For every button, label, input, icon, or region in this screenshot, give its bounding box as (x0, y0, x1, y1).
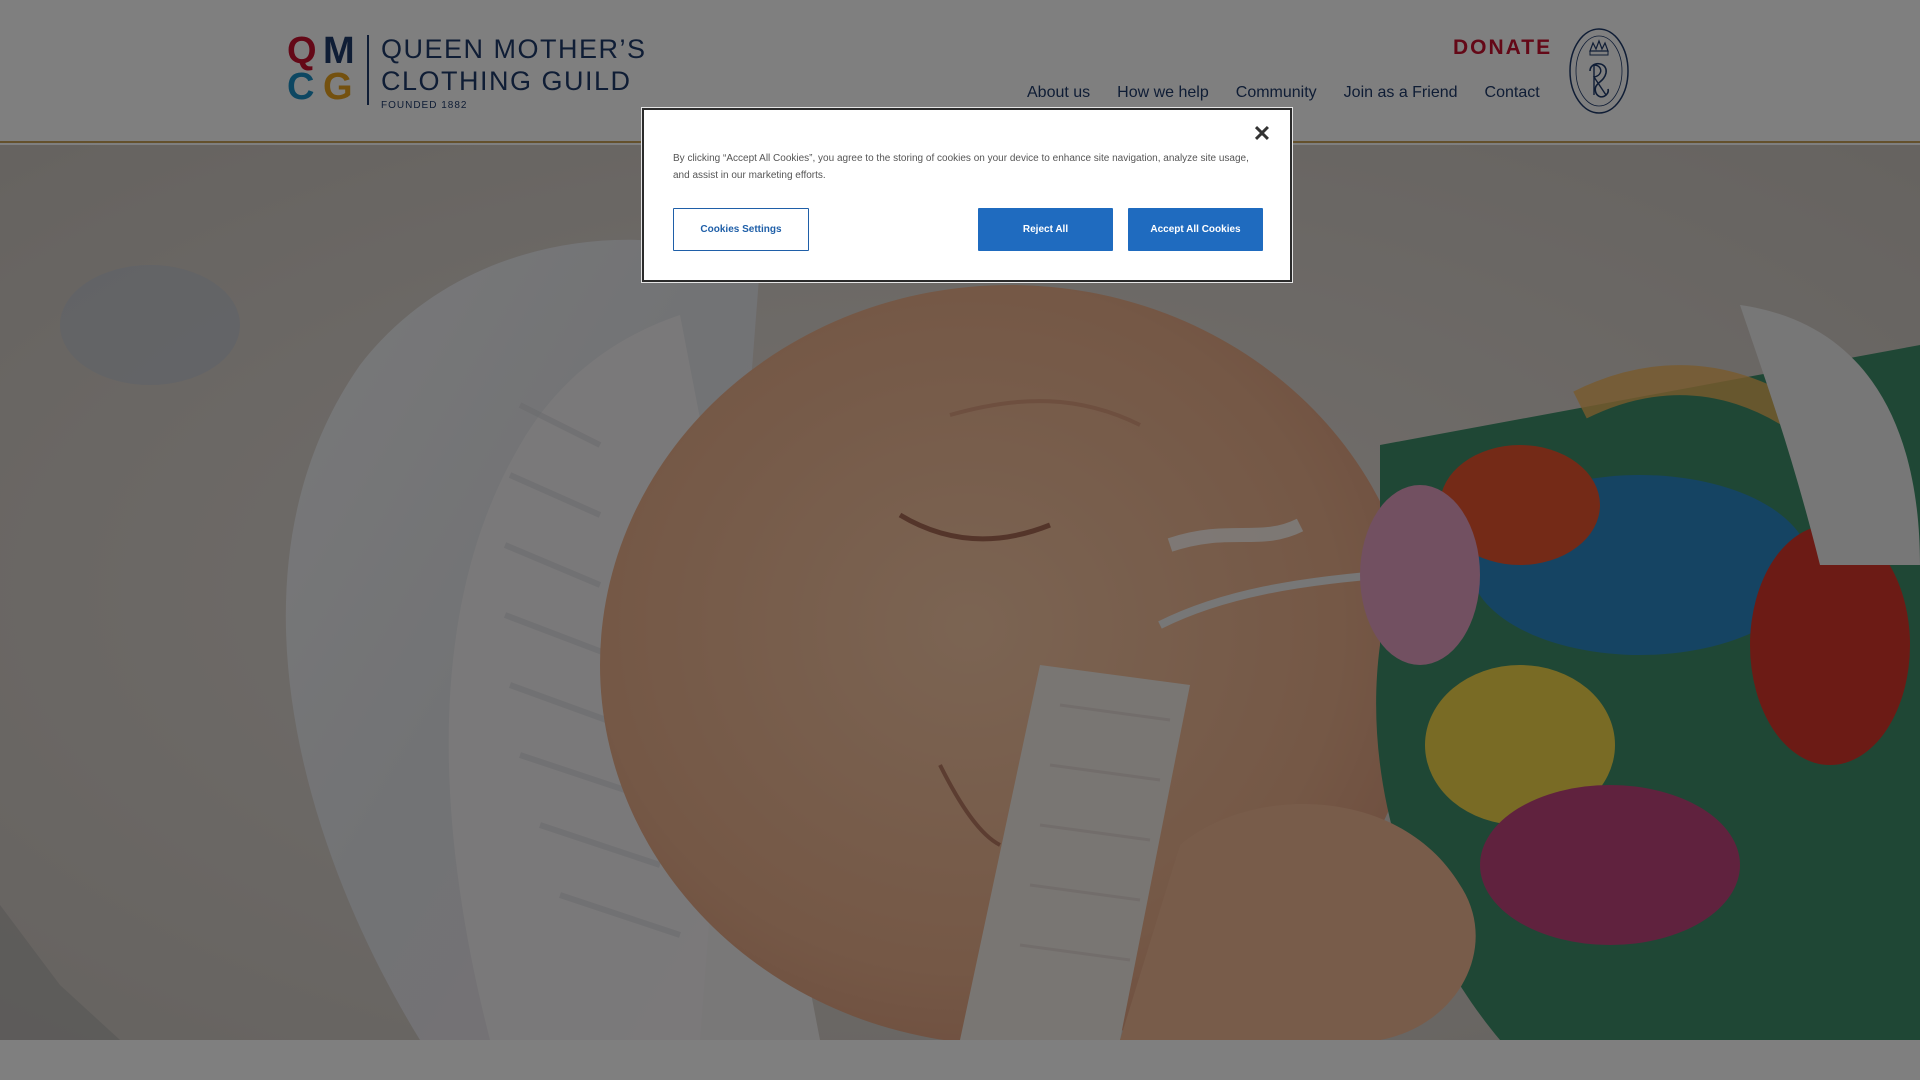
cookie-consent-text: By clicking “Accept All Cookies”, you ag… (673, 153, 1249, 181)
cookies-settings-button[interactable]: Cookies Settings (673, 208, 809, 251)
close-icon[interactable]: ✕ (1250, 122, 1274, 146)
reject-all-button[interactable]: Reject All (978, 208, 1113, 251)
accept-all-cookies-button[interactable]: Accept All Cookies (1128, 208, 1263, 251)
cookie-consent-dialog: ✕ By clicking “Accept All Cookies”, you … (641, 107, 1293, 283)
